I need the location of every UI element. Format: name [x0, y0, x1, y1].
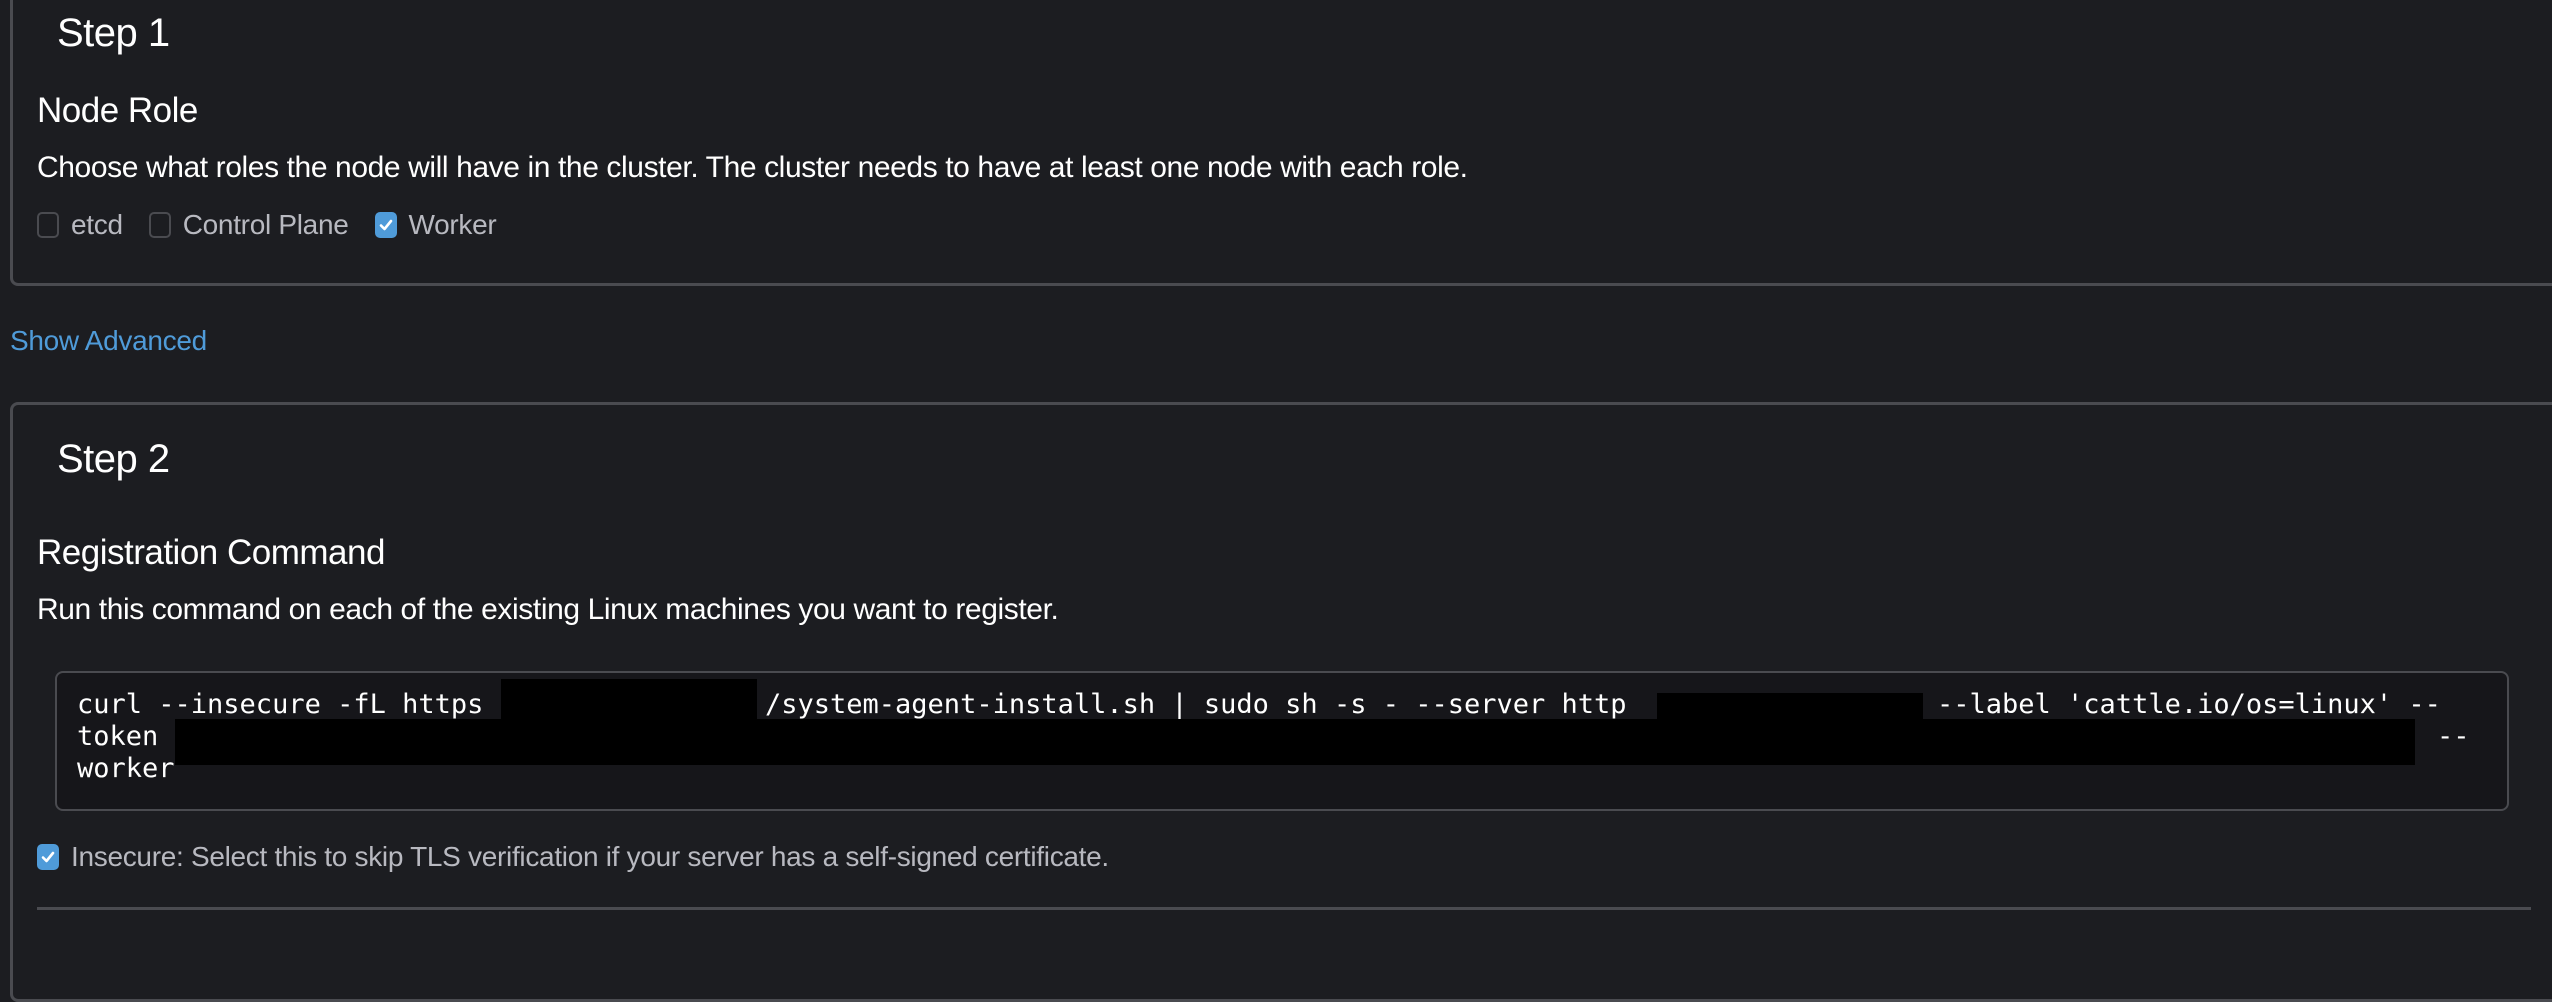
section-divider — [37, 907, 2531, 910]
command-line3: worker — [77, 753, 175, 784]
command-line2-part2: -- — [2437, 721, 2470, 752]
node-role-heading: Node Role — [37, 91, 198, 130]
role-control-plane-checkbox[interactable]: Control Plane — [148, 209, 349, 241]
checkbox-checked-icon[interactable] — [374, 212, 397, 238]
registration-command-code[interactable]: curl --insecure -fL https /system-agent-… — [55, 671, 2509, 811]
role-etcd-label: etcd — [71, 209, 123, 240]
redacted-url-block — [501, 679, 757, 719]
step1-title: Step 1 — [57, 11, 170, 55]
checkbox-checked-icon[interactable] — [37, 844, 59, 870]
command-line1-part3: --label 'cattle.io/os=linux' -- — [1937, 689, 2441, 720]
role-worker-label: Worker — [408, 209, 497, 240]
registration-command-heading: Registration Command — [37, 533, 385, 572]
insecure-label: Insecure: Select this to skip TLS verifi… — [71, 841, 1109, 872]
insecure-checkbox[interactable]: Insecure: Select this to skip TLS verifi… — [37, 841, 1109, 873]
node-role-description: Choose what roles the node will have in … — [37, 151, 1468, 184]
registration-command-description: Run this command on each of the existing… — [37, 593, 1059, 626]
checkbox-unchecked-icon[interactable] — [37, 212, 59, 238]
step2-title: Step 2 — [57, 437, 170, 481]
step2-panel: Step 2 Registration Command Run this com… — [10, 402, 2552, 1002]
redacted-token-block — [175, 719, 2415, 765]
role-etcd-checkbox[interactable]: etcd — [37, 209, 123, 241]
command-line1-part1: curl --insecure -fL https — [77, 689, 484, 720]
role-control-plane-label: Control Plane — [182, 209, 349, 240]
command-line1-part2: /system-agent-install.sh | sudo sh -s - … — [765, 689, 1627, 720]
command-line2-part1: token — [77, 721, 159, 752]
insecure-option: Insecure: Select this to skip TLS verifi… — [37, 841, 1135, 873]
node-role-checkboxes: etcd Control Plane Worker — [37, 209, 522, 241]
show-advanced-link[interactable]: Show Advanced — [10, 325, 207, 357]
step1-panel: Step 1 Node Role Choose what roles the n… — [10, 0, 2552, 286]
redacted-server-block — [1657, 693, 1923, 719]
checkbox-unchecked-icon[interactable] — [148, 212, 171, 238]
role-worker-checkbox[interactable]: Worker — [374, 209, 497, 241]
